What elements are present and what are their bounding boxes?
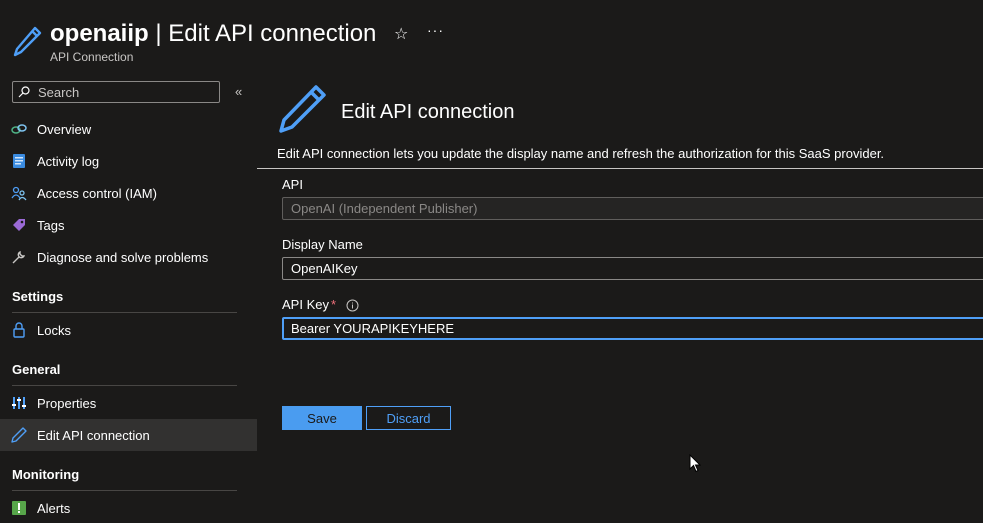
title-separator: | [148, 20, 169, 47]
collapse-sidebar-button[interactable]: « [235, 84, 242, 99]
sidebar-item-label: Diagnose and solve problems [37, 249, 209, 265]
tag-icon [11, 217, 27, 233]
alert-icon [11, 500, 27, 516]
divider [257, 168, 983, 169]
search-box[interactable] [12, 81, 220, 103]
required-marker: * [330, 297, 337, 312]
page-title: openaiip | Edit API connection [50, 19, 376, 49]
sidebar-item-diagnose[interactable]: Diagnose and solve problems [0, 241, 257, 273]
sidebar-item-label: Properties [37, 395, 97, 411]
api-key-field[interactable] [282, 317, 983, 340]
page: openaiip | Edit API connection API Conne… [0, 0, 983, 523]
display-name-label: Display Name [282, 237, 363, 252]
resource-type: API Connection [50, 50, 134, 64]
page-name: Edit API connection [168, 20, 377, 47]
discard-button[interactable]: Discard [366, 406, 451, 430]
pencil-icon [11, 427, 27, 443]
pencil-icon [279, 85, 326, 133]
description-text: Edit API connection lets you update the … [277, 146, 885, 161]
sidebar-item-label: Tags [37, 217, 65, 233]
save-button[interactable]: Save [282, 406, 362, 430]
lock-icon [11, 322, 27, 338]
section-title-general: General [12, 362, 61, 377]
sidebar-item-label: Activity log [37, 153, 100, 169]
section-heading: Edit API connection [341, 101, 515, 123]
search-icon [18, 86, 30, 98]
sidebar-item-label: Overview [37, 121, 92, 137]
resource-name: openaiip [50, 20, 149, 47]
sidebar-item-tags[interactable]: Tags [0, 209, 257, 241]
section-divider [12, 385, 237, 386]
info-icon[interactable] [346, 299, 359, 312]
sidebar-item-label: Edit API connection [37, 427, 150, 443]
section-divider [12, 490, 237, 491]
sidebar-item-overview[interactable]: Overview [0, 113, 257, 145]
properties-icon [11, 395, 27, 411]
pencil-icon [13, 26, 42, 57]
mouse-cursor-icon [689, 454, 701, 473]
api-field [282, 197, 983, 220]
more-options-button[interactable]: ··· [427, 22, 444, 38]
section-title-settings: Settings [12, 289, 64, 304]
sidebar-item-label: Alerts [37, 500, 71, 516]
section-divider [12, 312, 237, 313]
api-key-label-text: API Key [282, 297, 329, 312]
star-icon[interactable]: ☆ [394, 24, 408, 44]
sidebar-item-properties[interactable]: Properties [0, 387, 257, 419]
sidebar-item-label: Locks [37, 322, 71, 338]
link-icon [11, 121, 27, 137]
api-label: API [282, 177, 303, 192]
api-key-label: API Key * [282, 297, 359, 312]
sidebar-item-label: Access control (IAM) [37, 185, 157, 201]
section-title-monitoring: Monitoring [12, 467, 80, 482]
wrench-icon [11, 249, 27, 265]
people-icon [11, 185, 27, 201]
display-name-field[interactable] [282, 257, 983, 280]
sidebar-item-access-control[interactable]: Access control (IAM) [0, 177, 257, 209]
sidebar-item-locks[interactable]: Locks [0, 314, 257, 346]
search-input[interactable] [36, 83, 210, 101]
sidebar-item-activity-log[interactable]: Activity log [0, 145, 257, 177]
activity-log-icon [11, 153, 27, 169]
sidebar-item-alerts[interactable]: Alerts [0, 492, 257, 523]
sidebar-item-edit-api-connection[interactable]: Edit API connection [0, 419, 257, 451]
